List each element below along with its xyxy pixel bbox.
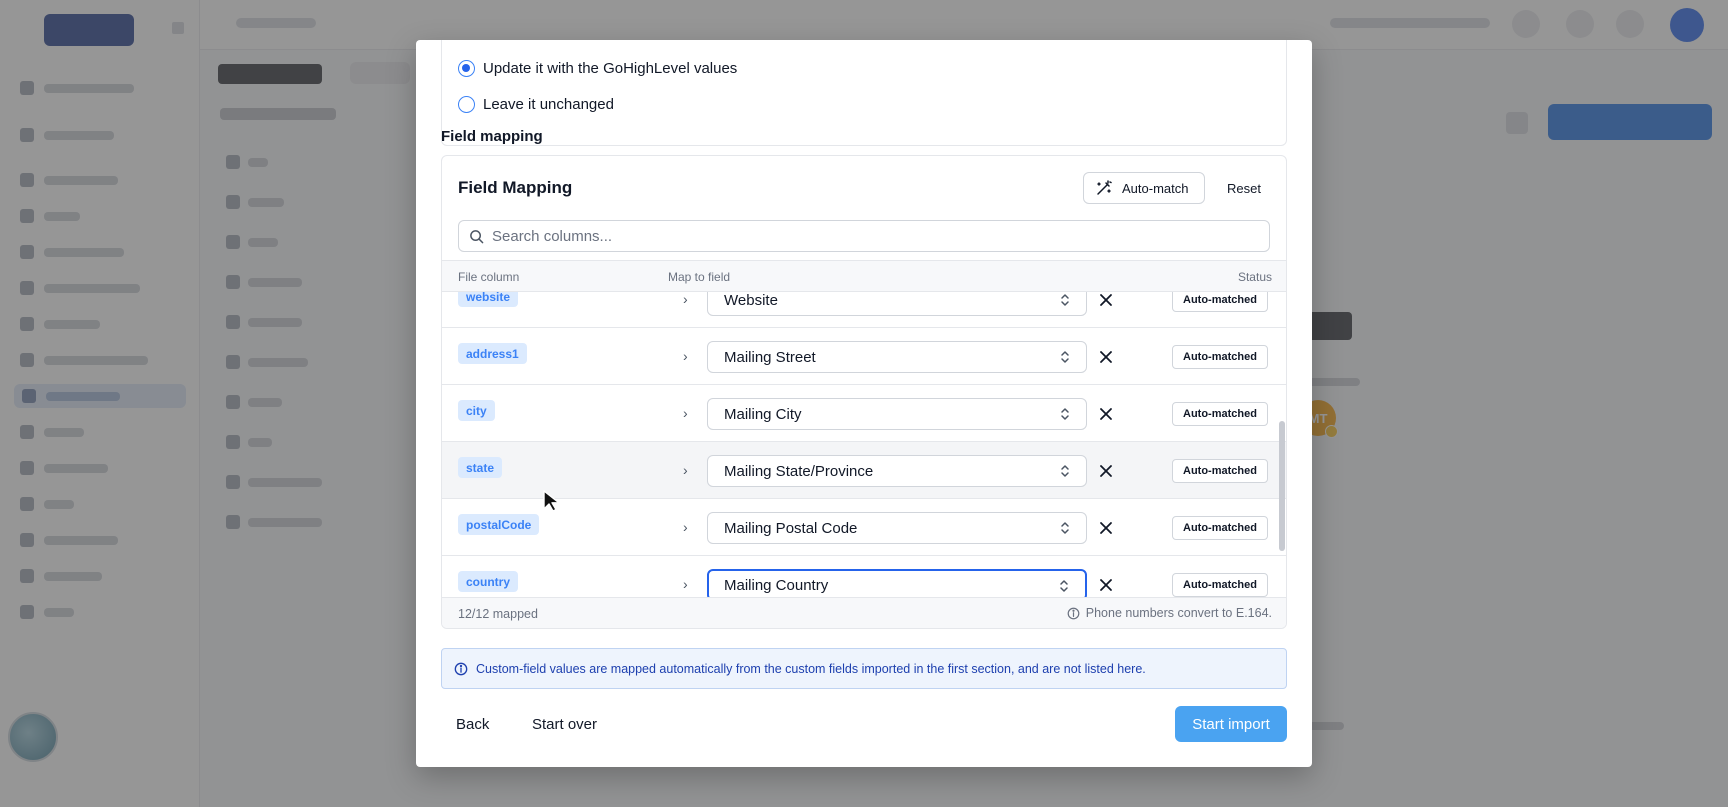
chevron-up-down-icon	[1060, 580, 1068, 592]
start-over-button[interactable]: Start over	[517, 706, 612, 742]
radio-checked-icon[interactable]	[458, 59, 475, 77]
status-badge: Auto-matched	[1172, 459, 1268, 483]
reset-button[interactable]: Reset	[1214, 172, 1274, 204]
select-value: Mailing State/Province	[724, 462, 874, 480]
radio-option-leave[interactable]: Leave it unchanged	[458, 93, 614, 115]
mapping-table-header: File column Map to field Status	[442, 260, 1286, 292]
header-status: Status	[1237, 270, 1272, 284]
file-column-tag: postalCode	[458, 514, 540, 535]
info-circle-icon	[454, 662, 468, 675]
table-row: website › Website Auto-matched	[442, 292, 1286, 328]
status-badge: Auto-matched	[1172, 402, 1268, 426]
table-row: postalCode › Mailing Postal Code Auto-ma…	[442, 499, 1286, 556]
map-to-field-select[interactable]: Mailing City	[707, 398, 1087, 430]
chevron-up-down-icon	[1061, 522, 1069, 534]
info-banner-text: Custom-field values are mapped automatic…	[476, 661, 1146, 676]
scrollbar-thumb[interactable]	[1279, 421, 1285, 551]
table-row: country › Mailing Country Auto-matched	[442, 556, 1286, 597]
map-to-field-select-focused[interactable]: Mailing Country	[707, 569, 1087, 597]
search-columns-input[interactable]	[492, 227, 1269, 245]
section-label: Field mapping	[441, 128, 543, 145]
start-import-button[interactable]: Start import	[1175, 706, 1287, 742]
select-value: Mailing Street	[724, 348, 816, 366]
field-mapping-title: Field Mapping	[458, 178, 573, 197]
duplicate-handling-card: Update it with the GoHighLevel values Le…	[441, 40, 1287, 146]
close-icon[interactable]	[1098, 406, 1114, 422]
select-value: Mailing City	[724, 405, 802, 423]
field-mapping-card: Field Mapping Auto-match Reset Search co…	[441, 155, 1287, 629]
select-value: Website	[724, 292, 778, 309]
auto-match-button[interactable]: Auto-match	[1083, 172, 1205, 204]
import-modal: Update it with the GoHighLevel values Le…	[416, 40, 1312, 767]
table-row: city › Mailing City Auto-matched	[442, 385, 1286, 442]
file-column-tag: state	[458, 457, 503, 478]
status-badge: Auto-matched	[1172, 573, 1268, 597]
chevron-up-down-icon	[1061, 294, 1069, 306]
search-columns-field[interactable]	[458, 220, 1270, 252]
close-icon[interactable]	[1098, 349, 1114, 365]
close-icon[interactable]	[1098, 463, 1114, 479]
magic-wand-icon	[1097, 180, 1112, 195]
radio-option-label: Update it with the GoHighLevel values	[483, 59, 738, 77]
chevron-right-icon[interactable]: ›	[683, 577, 695, 591]
select-value: Mailing Country	[724, 576, 829, 594]
close-icon[interactable]	[1098, 292, 1114, 308]
file-column-tag: website	[458, 292, 519, 307]
status-badge: Auto-matched	[1172, 345, 1268, 369]
header-map-to-field: Map to field	[668, 270, 731, 284]
search-icon	[470, 229, 484, 243]
chevron-right-icon[interactable]: ›	[683, 349, 695, 363]
field-mapping-footer: 12/12 mapped Phone numbers convert to E.…	[442, 597, 1286, 628]
file-column-tag: city	[458, 400, 495, 421]
close-icon[interactable]	[1098, 520, 1114, 536]
close-icon[interactable]	[1098, 577, 1114, 593]
file-column-tag: country	[458, 571, 519, 592]
rows-scrollbar[interactable]	[1278, 292, 1286, 597]
map-to-field-select[interactable]: Mailing State/Province	[707, 455, 1087, 487]
select-value: Mailing Postal Code	[724, 519, 858, 537]
chevron-right-icon[interactable]: ›	[683, 463, 695, 477]
back-button[interactable]: Back	[441, 706, 504, 742]
chevron-up-down-icon	[1061, 351, 1069, 363]
map-to-field-select[interactable]: Website	[707, 292, 1087, 316]
table-row: address1 › Mailing Street Auto-matched	[442, 328, 1286, 385]
status-badge: Auto-matched	[1172, 292, 1268, 312]
chevron-right-icon[interactable]: ›	[683, 292, 695, 306]
status-badge: Auto-matched	[1172, 516, 1268, 540]
radio-unchecked-icon[interactable]	[458, 95, 475, 113]
phone-note-text: Phone numbers convert to E.164.	[1085, 606, 1272, 620]
radio-option-update[interactable]: Update it with the GoHighLevel values	[458, 57, 737, 79]
file-column-tag: address1	[458, 343, 527, 364]
chevron-up-down-icon	[1061, 465, 1069, 477]
chevron-right-icon[interactable]: ›	[683, 406, 695, 420]
phone-note: Phone numbers convert to E.164.	[1067, 606, 1272, 620]
mouse-cursor-icon	[543, 490, 560, 512]
map-to-field-select[interactable]: Mailing Postal Code	[707, 512, 1087, 544]
header-file-column: File column	[458, 270, 520, 284]
map-to-field-select[interactable]: Mailing Street	[707, 341, 1087, 373]
chevron-right-icon[interactable]: ›	[683, 520, 695, 534]
info-circle-icon	[1067, 607, 1080, 619]
mapping-rows-scroll-area[interactable]: website › Website Auto-matched address1 …	[442, 292, 1286, 597]
custom-fields-info-banner: Custom-field values are mapped automatic…	[441, 648, 1287, 689]
radio-option-label: Leave it unchanged	[483, 95, 614, 113]
table-row: state › Mailing State/Province Auto-matc…	[442, 442, 1286, 499]
auto-match-label: Auto-match	[1122, 180, 1189, 196]
chevron-up-down-icon	[1061, 408, 1069, 420]
mapped-count: 12/12 mapped	[458, 607, 538, 621]
